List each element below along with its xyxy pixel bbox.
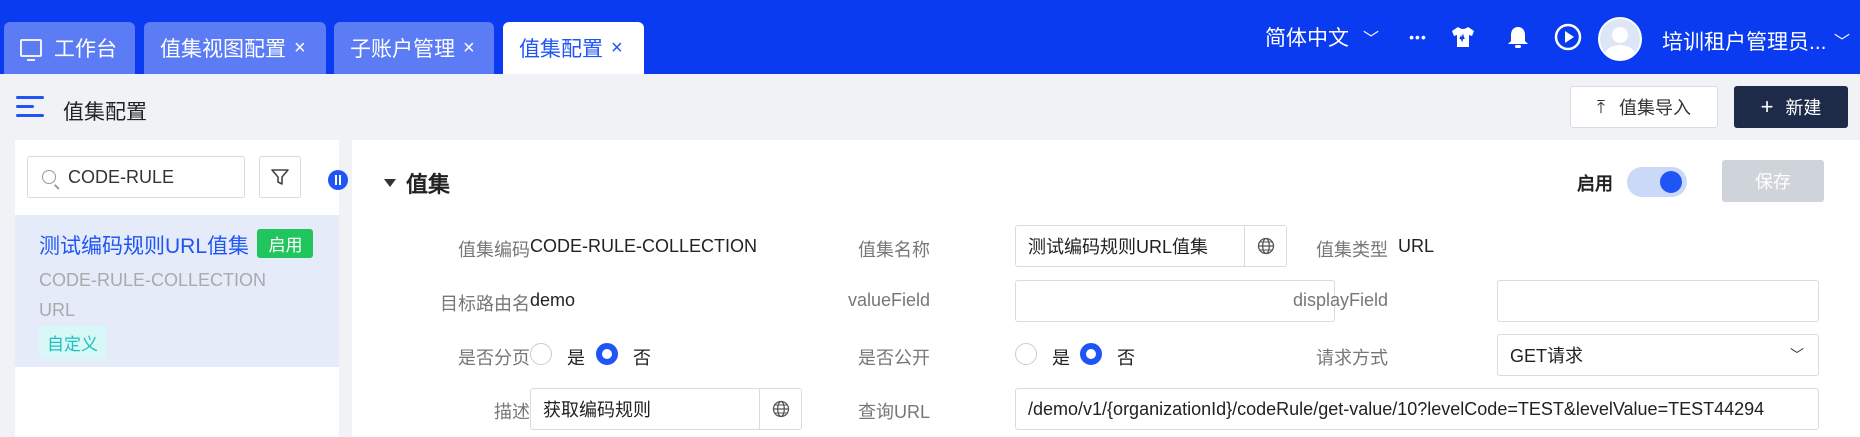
search-icon (42, 170, 56, 184)
new-button[interactable]: + 新建 (1734, 86, 1848, 128)
close-icon[interactable]: × (294, 38, 306, 58)
play-icon[interactable] (1553, 22, 1583, 52)
caret-down-icon (384, 179, 396, 187)
import-button[interactable]: ⤒ 值集导入 (1570, 86, 1718, 128)
globe-icon[interactable] (759, 389, 801, 429)
list-item[interactable]: 测试编码规则URL值集 启用 CODE-RULE-COLLECTION URL … (15, 215, 339, 367)
paging-no-label[interactable]: 否 (633, 344, 651, 370)
search-box[interactable] (27, 156, 245, 198)
new-button-label: 新建 (1785, 98, 1822, 118)
section-title-label: 值集 (406, 172, 451, 197)
name-value: 测试编码规则URL值集 (1028, 237, 1209, 257)
paging-no-radio[interactable] (596, 343, 618, 365)
paging-label: 是否分页 (458, 348, 530, 368)
tab-valueset-config[interactable]: 值集配置 × (503, 22, 644, 74)
tab-label: 值集配置 (519, 38, 603, 61)
paging-yes-radio[interactable] (530, 343, 552, 365)
close-icon[interactable]: × (611, 38, 623, 58)
url-field[interactable]: /demo/v1/{organizationId}/codeRule/get-v… (1015, 388, 1819, 430)
url-label: 查询URL (857, 402, 930, 422)
tab-label: 子账户管理 (350, 38, 455, 61)
avatar[interactable] (1598, 17, 1642, 61)
code-label: 值集编码 (458, 240, 530, 260)
enable-toggle[interactable] (1627, 167, 1687, 197)
section-title[interactable]: 值集 (384, 167, 450, 199)
item-type: URL (39, 300, 76, 320)
valueset-list-panel: 测试编码规则URL值集 启用 CODE-RULE-COLLECTION URL … (15, 140, 339, 437)
display-field-label: displayField (1292, 290, 1388, 310)
search-input[interactable] (68, 166, 218, 188)
method-select[interactable]: GET请求 ﹀ (1497, 334, 1819, 376)
public-label: 是否公开 (858, 348, 930, 368)
code-value: CODE-RULE-COLLECTION (530, 236, 758, 256)
chevron-down-icon[interactable]: ﹀ (1834, 28, 1850, 52)
close-icon[interactable]: × (463, 38, 475, 58)
monitor-icon (20, 39, 42, 61)
route-label: 目标路由名 (440, 294, 530, 314)
tab-label: 值集视图配置 (160, 38, 286, 61)
tab-sub-account[interactable]: 子账户管理 × (334, 22, 494, 74)
valueset-detail-panel: 值集 启用 保存 值集编码 CODE-RULE-COLLECTION 值集名称 … (352, 140, 1860, 437)
plus-icon: + (1760, 94, 1774, 119)
import-button-label: 值集导入 (1618, 98, 1691, 118)
paging-yes-label[interactable]: 是 (567, 344, 585, 370)
route-value: demo (530, 290, 576, 310)
desc-value: 获取编码规则 (543, 400, 651, 420)
menu-toggle-icon[interactable] (16, 96, 44, 118)
item-code: CODE-RULE-COLLECTION (39, 270, 267, 290)
more-icon[interactable]: ••• (1403, 22, 1433, 52)
public-yes-label[interactable]: 是 (1052, 344, 1070, 370)
chevron-down-icon: ﹀ (1363, 31, 1380, 48)
desc-label: 描述 (494, 402, 530, 422)
chevron-down-icon: ﹀ (1790, 347, 1804, 363)
desc-field[interactable]: 获取编码规则 (530, 388, 802, 430)
method-value: GET请求 (1510, 346, 1584, 366)
type-label: 值集类型 (1316, 240, 1388, 260)
filter-button[interactable] (259, 156, 301, 198)
public-no-label[interactable]: 否 (1117, 344, 1135, 370)
save-button[interactable]: 保存 (1722, 160, 1824, 202)
collapse-panel-icon[interactable] (328, 170, 348, 190)
name-field[interactable]: 测试编码规则URL值集 (1015, 225, 1287, 267)
top-bar: 工作台 值集视图配置 × 子账户管理 × 值集配置 × 简体中文 ﹀ ••• 培… (0, 0, 1860, 74)
tab-label: 工作台 (54, 38, 117, 61)
user-name[interactable]: 培训租户管理员... (1662, 26, 1827, 56)
url-value: /demo/v1/{organizationId}/codeRule/get-v… (1028, 398, 1765, 419)
filter-icon (271, 169, 289, 185)
public-yes-radio[interactable] (1015, 343, 1037, 365)
skin-icon[interactable] (1448, 22, 1478, 52)
display-field-input[interactable] (1497, 280, 1819, 322)
enable-label: 启用 (1577, 174, 1613, 194)
public-no-radio[interactable] (1080, 343, 1102, 365)
custom-tag: 自定义 (39, 326, 106, 359)
item-name: 测试编码规则URL值集 (39, 235, 250, 258)
method-label: 请求方式 (1316, 348, 1388, 368)
value-field-label: valueField (847, 290, 930, 310)
upload-icon: ⤒ (1597, 96, 1605, 117)
page-title: 值集配置 (63, 101, 147, 124)
language-selector[interactable]: 简体中文 ﹀ (1265, 0, 1379, 74)
tab-valueset-view-config[interactable]: 值集视图配置 × (144, 22, 326, 74)
status-badge: 启用 (257, 229, 314, 258)
tab-workbench[interactable]: 工作台 (4, 22, 135, 74)
language-label: 简体中文 (1265, 27, 1349, 50)
bell-icon[interactable] (1503, 22, 1533, 52)
type-value: URL (1398, 236, 1435, 256)
name-label: 值集名称 (858, 240, 930, 260)
page-header: 值集配置 ⤒ 值集导入 + 新建 (0, 74, 1860, 140)
